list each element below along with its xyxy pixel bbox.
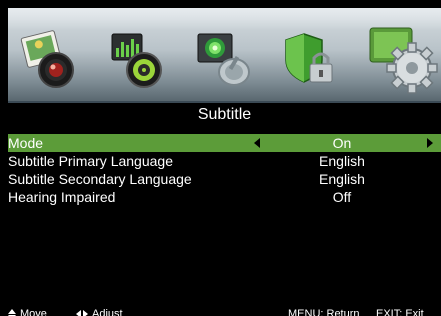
setup-gear-icon[interactable]	[366, 22, 440, 96]
option-label: Mode	[8, 135, 44, 151]
option-label: Subtitle Primary Language	[8, 153, 173, 169]
sound-icon[interactable]	[106, 30, 166, 90]
menu-divider	[8, 101, 441, 103]
help-footer: Move Adjust MENU: Return EXIT: Exit	[8, 304, 441, 316]
hint-menu-return: MENU: Return	[288, 308, 360, 316]
option-value: English	[319, 153, 365, 169]
arrow-right-icon[interactable]	[427, 138, 433, 148]
left-right-arrows-icon	[76, 310, 90, 316]
lock-icon[interactable]	[282, 30, 342, 90]
hint-exit: EXIT: Exit	[376, 308, 424, 316]
hint-adjust: Adjust	[92, 308, 123, 316]
option-value: English	[319, 171, 365, 187]
up-down-arrows-icon	[8, 309, 16, 316]
option-label: Hearing Impaired	[8, 189, 116, 205]
option-value: Off	[332, 189, 352, 205]
menu-icon-bar	[8, 8, 441, 101]
option-hearing-impaired[interactable]: Hearing Impaired Off	[8, 188, 441, 206]
picture-icon[interactable]	[18, 30, 78, 90]
option-label: Subtitle Secondary Language	[8, 171, 192, 187]
option-subtitle-primary-language[interactable]: Subtitle Primary Language English	[8, 152, 441, 170]
page-title: Subtitle	[197, 106, 252, 123]
channel-icon[interactable]	[194, 30, 254, 90]
option-mode[interactable]: Mode On	[8, 134, 441, 152]
option-subtitle-secondary-language[interactable]: Subtitle Secondary Language English	[8, 170, 441, 188]
arrow-left-icon[interactable]	[254, 138, 260, 148]
option-value: On	[332, 135, 352, 151]
hint-move: Move	[20, 308, 47, 316]
tv-osd-menu: Subtitle Mode On Subtitle Primary Langua…	[8, 8, 441, 316]
